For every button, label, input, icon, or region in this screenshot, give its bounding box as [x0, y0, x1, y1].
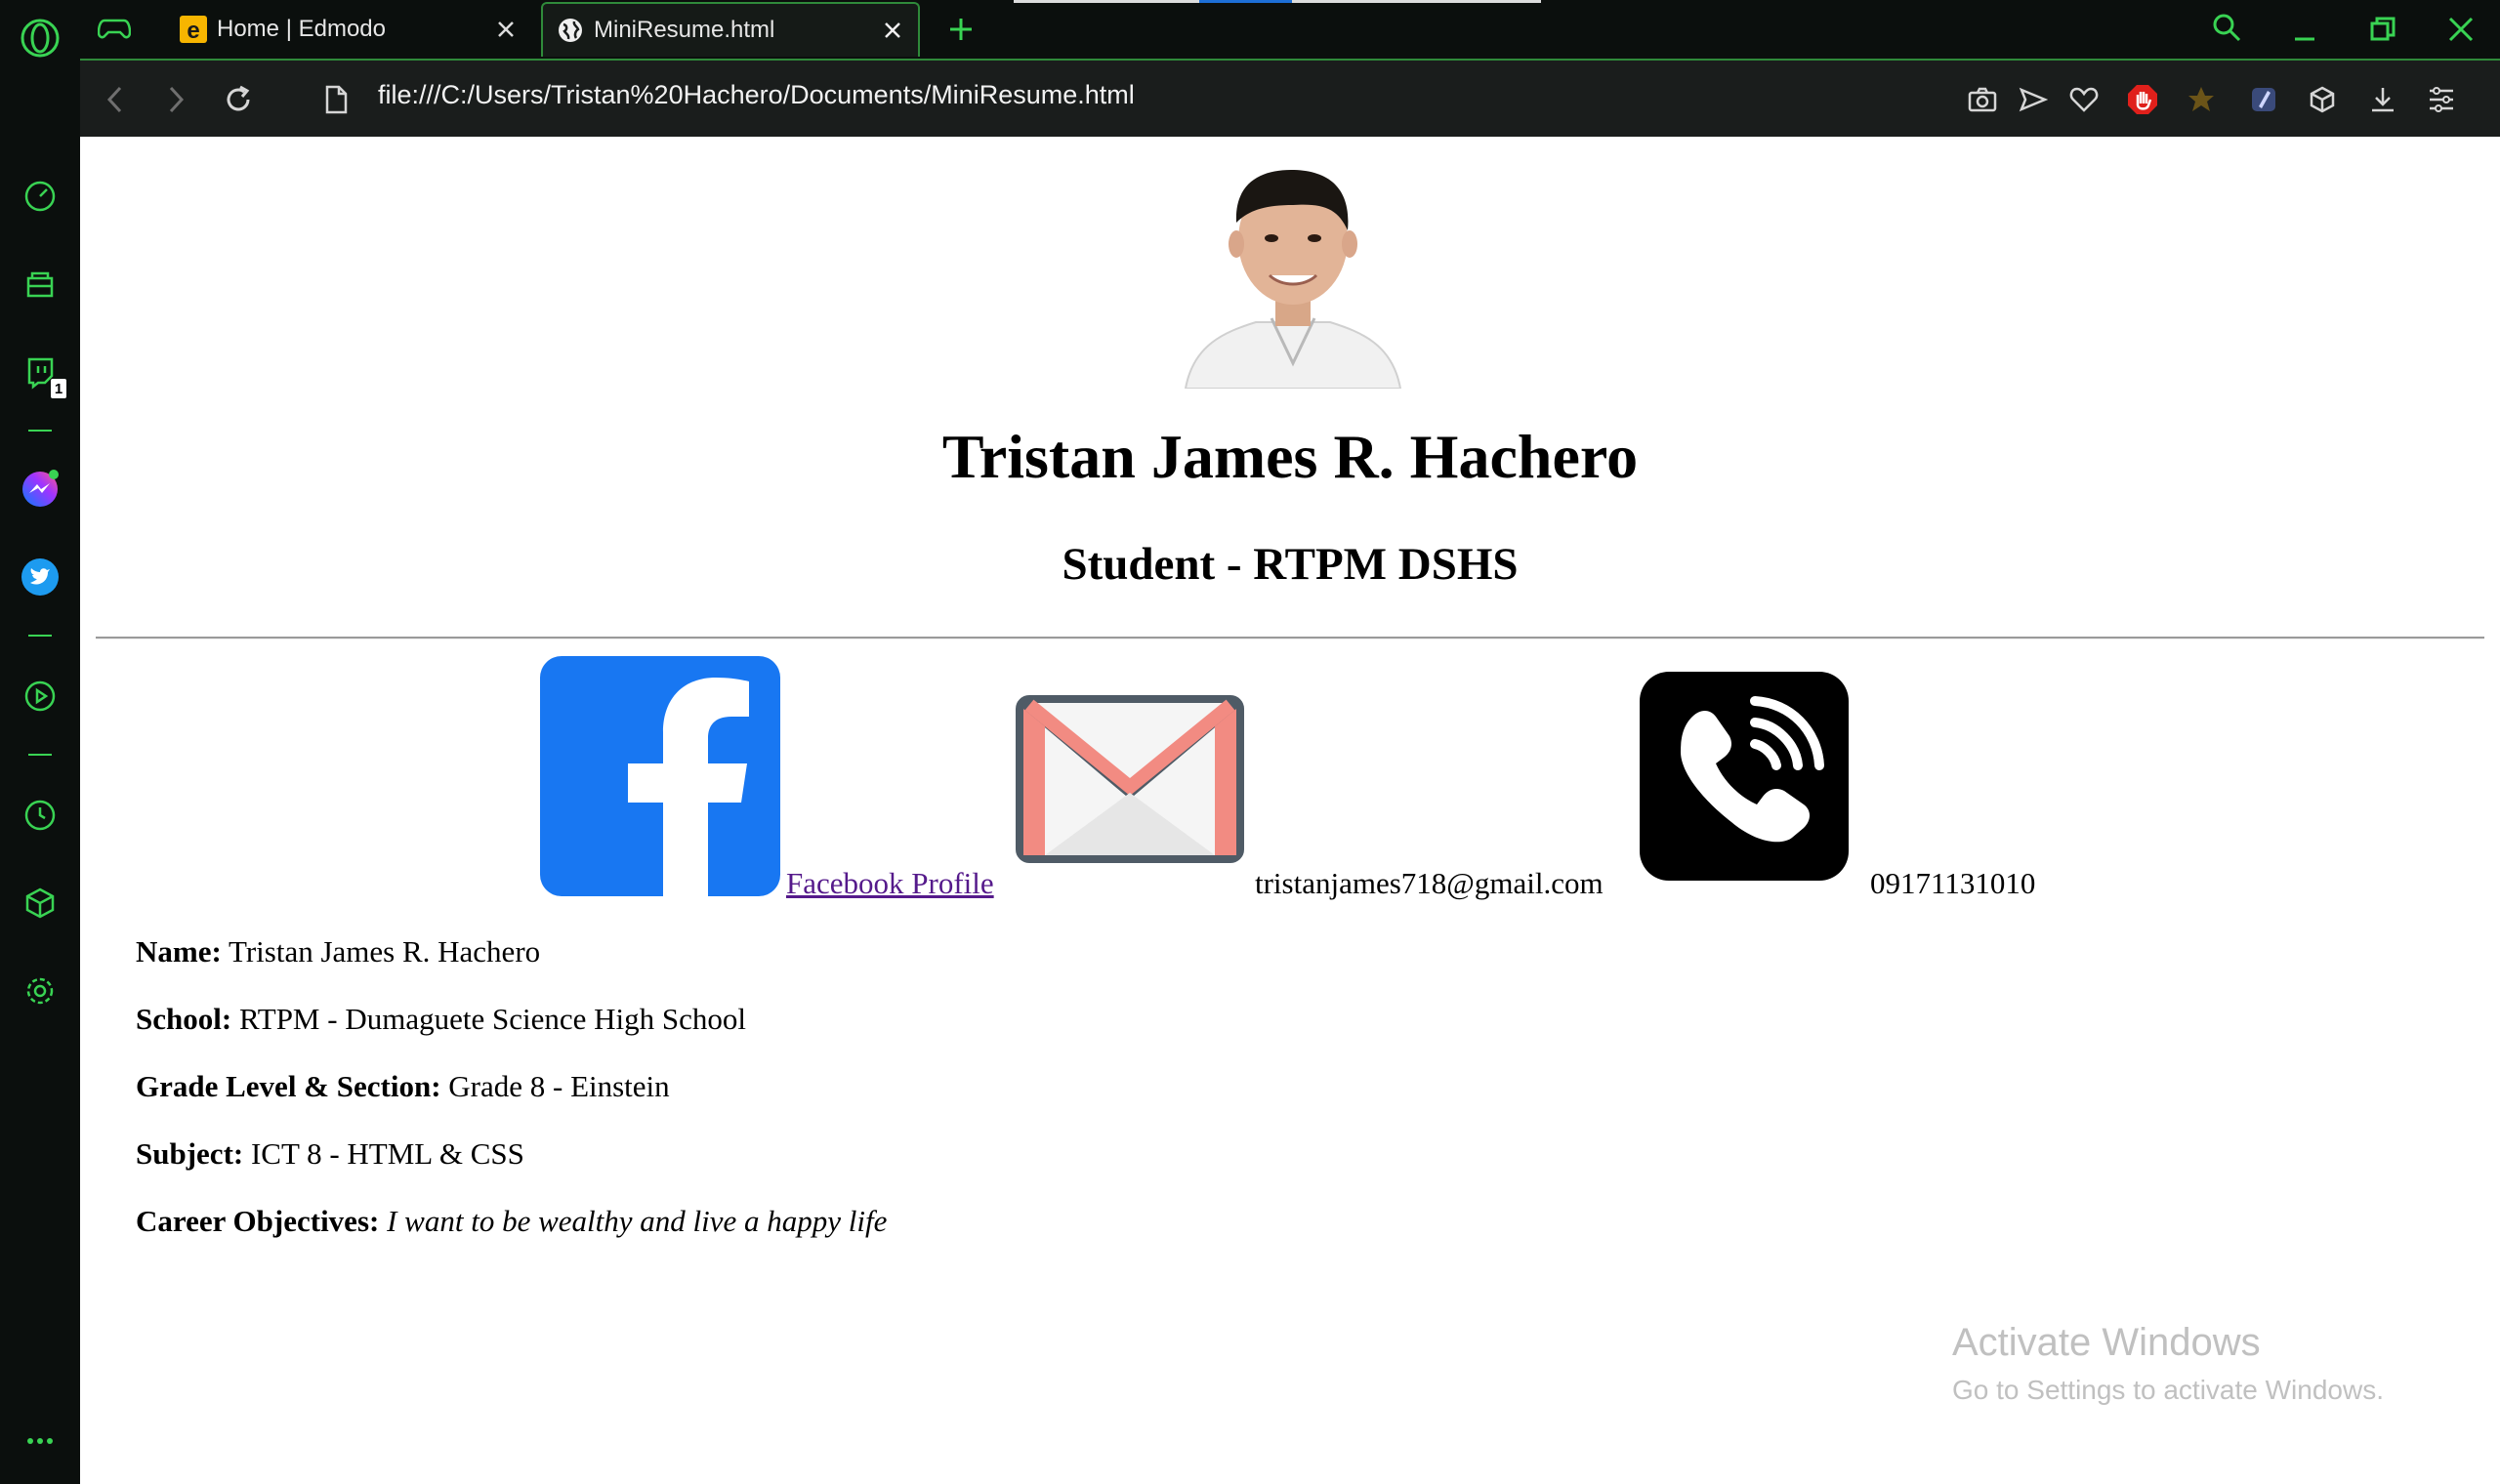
close-tab-icon[interactable] — [486, 10, 525, 49]
speedometer-icon[interactable] — [0, 172, 80, 221]
tab-title: Home | Edmodo — [217, 16, 386, 42]
email-text: tristanjames718@gmail.com — [1255, 866, 1604, 900]
activate-windows-subtitle: Go to Settings to activate Windows. — [1952, 1375, 2384, 1405]
info-grade-section: Grade Level & Section: Grade 8 - Einstei… — [136, 1068, 670, 1105]
messenger-icon[interactable] — [0, 465, 80, 514]
download-icon[interactable] — [2361, 78, 2404, 121]
twitter-icon[interactable] — [0, 553, 80, 601]
twitch-icon[interactable] — [0, 348, 80, 396]
svg-text:e: e — [187, 18, 199, 43]
web-page: Tristan James R. Hachero Student - RTPM … — [80, 137, 2500, 1484]
sidebar-divider — [28, 430, 52, 432]
easy-setup-menu-icon[interactable] — [2420, 78, 2463, 121]
send-arrow-icon[interactable] — [2012, 78, 2055, 121]
cube-extension-icon[interactable] — [2301, 78, 2344, 121]
close-tab-icon[interactable] — [873, 11, 912, 50]
info-value: Grade 8 - Einstein — [448, 1069, 670, 1103]
file-page-icon — [314, 78, 357, 121]
browser-sidebar: 1 — [0, 0, 82, 1484]
tab-edmodo[interactable]: e Home | Edmodo — [160, 2, 531, 57]
info-label: Name: — [136, 934, 222, 969]
adblock-hand-icon[interactable] — [2121, 78, 2164, 121]
sidebar-divider — [28, 754, 52, 756]
phone-icon — [1640, 672, 1849, 886]
settings-gear-icon[interactable] — [0, 967, 80, 1015]
url-input[interactable]: file:///C:/Users/Tristan%20Hachero/Docum… — [378, 80, 1135, 110]
reload-icon[interactable] — [217, 78, 260, 121]
info-value: Tristan James R. Hachero — [229, 934, 541, 969]
pen-extension-icon[interactable] — [2242, 78, 2285, 121]
info-name: Name: Tristan James R. Hachero — [136, 933, 540, 970]
info-value: I want to be wealthy and live a happy li… — [387, 1204, 888, 1238]
extensions-cube-icon[interactable] — [0, 879, 80, 928]
opera-gx-logo-icon[interactable] — [0, 14, 80, 62]
info-label: Career Objectives: — [136, 1204, 380, 1238]
horizontal-rule — [96, 637, 2484, 639]
info-school: School: RTPM - Dumaguete Science High Sc… — [136, 1001, 746, 1038]
address-bar: file:///C:/Users/Tristan%20Hachero/Docum… — [80, 59, 2500, 139]
phone-number-text: 09171131010 — [1870, 866, 2036, 900]
facebook-icon[interactable] — [540, 656, 780, 901]
gmail-envelope-icon — [1016, 695, 1244, 868]
back-arrow-icon[interactable] — [94, 78, 137, 121]
edmodo-icon: e — [180, 16, 207, 43]
info-value: ICT 8 - HTML & CSS — [250, 1136, 524, 1171]
twitch-badge: 1 — [51, 379, 66, 398]
player-icon[interactable] — [0, 672, 80, 721]
star-extension-icon[interactable] — [2180, 78, 2223, 121]
info-career-objectives: Career Objectives: I want to be wealthy … — [136, 1203, 887, 1240]
globe-icon — [557, 17, 584, 44]
search-icon[interactable] — [2205, 6, 2248, 49]
heart-bookmark-icon[interactable] — [2062, 78, 2105, 121]
info-subject: Subject: ICT 8 - HTML & CSS — [136, 1135, 524, 1173]
profile-photo — [1166, 154, 1420, 390]
gamepad-icon[interactable] — [90, 10, 139, 49]
sidebar-divider — [28, 635, 52, 637]
info-label: Grade Level & Section: — [136, 1069, 441, 1103]
close-window-icon[interactable] — [2439, 8, 2482, 51]
facebook-profile-link[interactable]: Facebook Profile — [786, 866, 994, 901]
more-dots-icon[interactable] — [0, 1422, 80, 1461]
snapshot-camera-icon[interactable] — [1961, 78, 2004, 121]
forward-arrow-icon[interactable] — [154, 78, 197, 121]
tab-miniresume[interactable]: MiniResume.html — [541, 2, 920, 57]
tab-progress-strip — [1014, 0, 1541, 3]
game-store-icon[interactable] — [0, 260, 80, 309]
history-clock-icon[interactable] — [0, 791, 80, 840]
tab-bar: e Home | Edmodo MiniResume.html — [80, 0, 2500, 59]
role-heading: Student - RTPM DSHS — [1062, 539, 1519, 590]
tab-title: MiniResume.html — [594, 17, 775, 43]
restore-window-icon[interactable] — [2361, 8, 2404, 51]
info-label: Subject: — [136, 1136, 244, 1171]
info-value: RTPM - Dumaguete Science High School — [238, 1002, 746, 1036]
name-heading: Tristan James R. Hachero — [941, 422, 1639, 491]
new-tab-plus-icon[interactable] — [939, 8, 982, 51]
info-label: School: — [136, 1002, 232, 1036]
minimize-icon[interactable] — [2283, 8, 2326, 51]
activate-windows-title: Activate Windows — [1952, 1321, 2261, 1364]
